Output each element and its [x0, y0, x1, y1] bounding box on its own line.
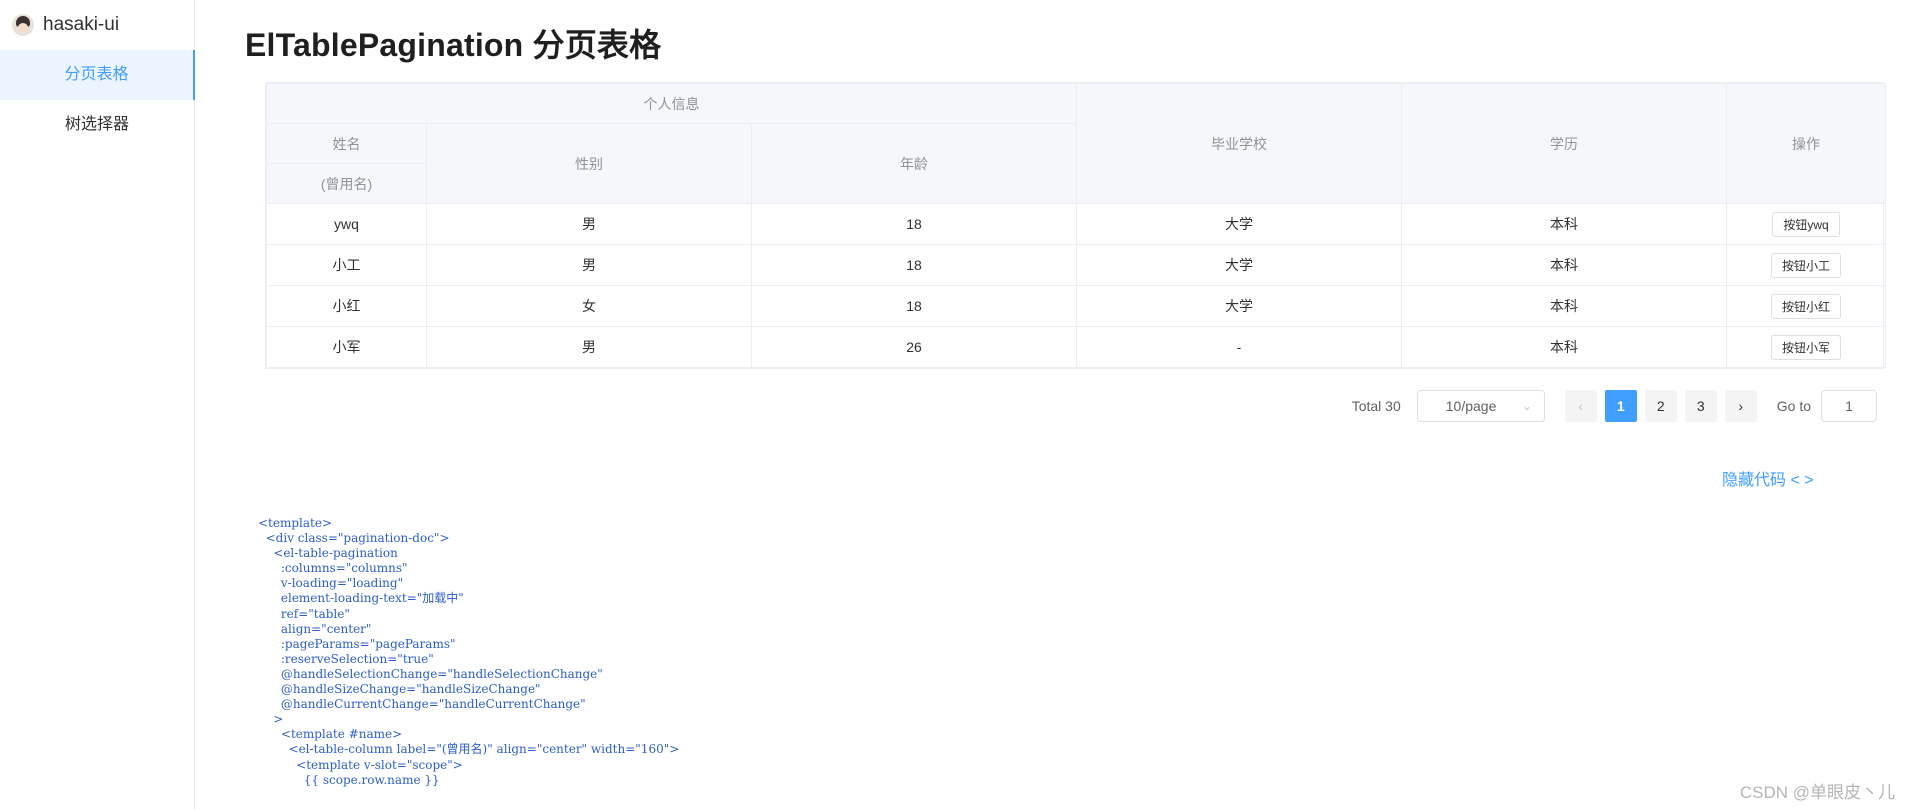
cell-age: 18 [751, 203, 1077, 245]
chevron-left-icon: ‹ [1578, 398, 1584, 414]
code-line: <el-table-column label="(曾用名)" align="ce… [258, 742, 680, 757]
row-action-button[interactable]: 按钮小红 [1770, 293, 1841, 319]
code-line: <template #name> [258, 727, 403, 742]
code-line: @handleSizeChange="handleSizeChange" [258, 682, 541, 697]
code-block: <template> <div class="pagination-doc"> … [258, 516, 679, 788]
sidebar-item-tree-select[interactable]: 树选择器 [0, 100, 194, 150]
row-action-button[interactable]: 按钮ywq [1772, 211, 1840, 237]
code-line: <el-table-pagination [258, 546, 398, 561]
code-line: :reserveSelection="true" [258, 651, 434, 666]
prev-page-button[interactable]: ‹ [1564, 390, 1597, 422]
code-line: @handleCurrentChange="handleCurrentChang… [258, 697, 586, 712]
code-line: v-loading="loading" [258, 576, 404, 591]
cell-degree: 本科 [1401, 326, 1727, 368]
cell-name: 小军 [266, 326, 427, 368]
page-size-value: 10/page [1445, 398, 1497, 414]
code-line: <div class="pagination-doc"> [258, 531, 450, 546]
code-line: <template v-slot="scope"> [258, 757, 463, 772]
code-line: > [258, 712, 284, 727]
header-alias: (曾用名) [266, 163, 427, 204]
header-degree: 学历 [1401, 83, 1727, 204]
header-age: 年龄 [751, 123, 1077, 204]
cell-operation: 按钮ywq [1726, 203, 1886, 245]
code-line: {{ scope.row.name }} [258, 772, 440, 787]
cell-degree: 本科 [1401, 203, 1727, 245]
page-title: ElTablePagination 分页表格 [245, 27, 662, 63]
pagination: Total 30 10/page ⌄ ‹ 1 2 3 › Go to 1 [1352, 390, 1877, 422]
cell-gender: 男 [426, 326, 752, 368]
cell-school: - [1076, 326, 1402, 368]
chevron-right-icon: › [1738, 398, 1744, 414]
code-line: element-loading-text="加载中" [258, 591, 464, 606]
cell-age: 18 [751, 285, 1077, 327]
code-line: <template> [258, 516, 333, 530]
cell-degree: 本科 [1401, 244, 1727, 286]
page-button-1[interactable]: 1 [1604, 390, 1637, 422]
table-row: 小军 男 26 - 本科 按钮小军 [266, 326, 1886, 368]
code-line: :pageParams="pageParams" [258, 636, 456, 651]
header-operation: 操作 [1726, 83, 1886, 204]
header-name: 姓名 [266, 123, 427, 164]
table-row: ywq 男 18 大学 本科 按钮ywq [266, 203, 1886, 245]
next-page-button[interactable]: › [1724, 390, 1757, 422]
code-line: ref="table" [258, 606, 350, 621]
table-row: 小工 男 18 大学 本科 按钮小工 [266, 244, 1886, 286]
cell-operation: 按钮小军 [1726, 326, 1886, 368]
chevron-down-icon: ⌄ [1521, 399, 1532, 413]
cell-school: 大学 [1076, 244, 1402, 286]
row-action-button[interactable]: 按钮小工 [1770, 252, 1841, 278]
brand[interactable]: hasaki-ui [0, 0, 194, 50]
watermark: CSDN @单眼皮丶儿 [1739, 783, 1895, 802]
header-gender: 性别 [426, 123, 752, 204]
cell-gender: 女 [426, 285, 752, 327]
cell-name: 小工 [266, 244, 427, 286]
cell-gender: 男 [426, 203, 752, 245]
sidebar: hasaki-ui 分页表格 树选择器 [0, 0, 195, 809]
cell-degree: 本科 [1401, 285, 1727, 327]
code-line: @handleSelectionChange="handleSelectionC… [258, 666, 603, 681]
cell-age: 26 [751, 326, 1077, 368]
page-button-3[interactable]: 3 [1684, 390, 1717, 422]
cell-school: 大学 [1076, 203, 1402, 245]
data-table: 个人信息 毕业学校 学历 操作 姓名 性别 年龄 (曾用名) ywq 男 18 … [265, 82, 1886, 369]
cell-operation: 按钮小工 [1726, 244, 1886, 286]
page-size-select[interactable]: 10/page ⌄ [1416, 390, 1545, 422]
cell-school: 大学 [1076, 285, 1402, 327]
code-line: :columns="columns" [258, 561, 408, 576]
pagination-total: Total 30 [1351, 398, 1401, 414]
header-group-personal-info: 个人信息 [266, 83, 1077, 124]
cell-operation: 按钮小红 [1726, 285, 1886, 327]
brand-name: hasaki-ui [43, 14, 120, 35]
header-school: 毕业学校 [1076, 83, 1402, 204]
code-line: align="center" [258, 621, 372, 636]
page-button-2[interactable]: 2 [1644, 390, 1677, 422]
goto-page-input[interactable]: 1 [1821, 390, 1877, 422]
sidebar-item-pagination-table[interactable]: 分页表格 [0, 50, 195, 100]
cell-gender: 男 [426, 244, 752, 286]
table-row: 小红 女 18 大学 本科 按钮小红 [266, 285, 1886, 327]
cell-name: 小红 [266, 285, 427, 327]
cell-age: 18 [751, 244, 1077, 286]
hide-code-link[interactable]: 隐藏代码 < > [1722, 466, 1814, 490]
goto-page: Go to 1 [1777, 390, 1877, 422]
avatar-logo-icon [12, 14, 34, 36]
goto-label: Go to [1776, 398, 1811, 414]
row-action-button[interactable]: 按钮小军 [1770, 334, 1841, 360]
cell-name: ywq [266, 203, 427, 245]
